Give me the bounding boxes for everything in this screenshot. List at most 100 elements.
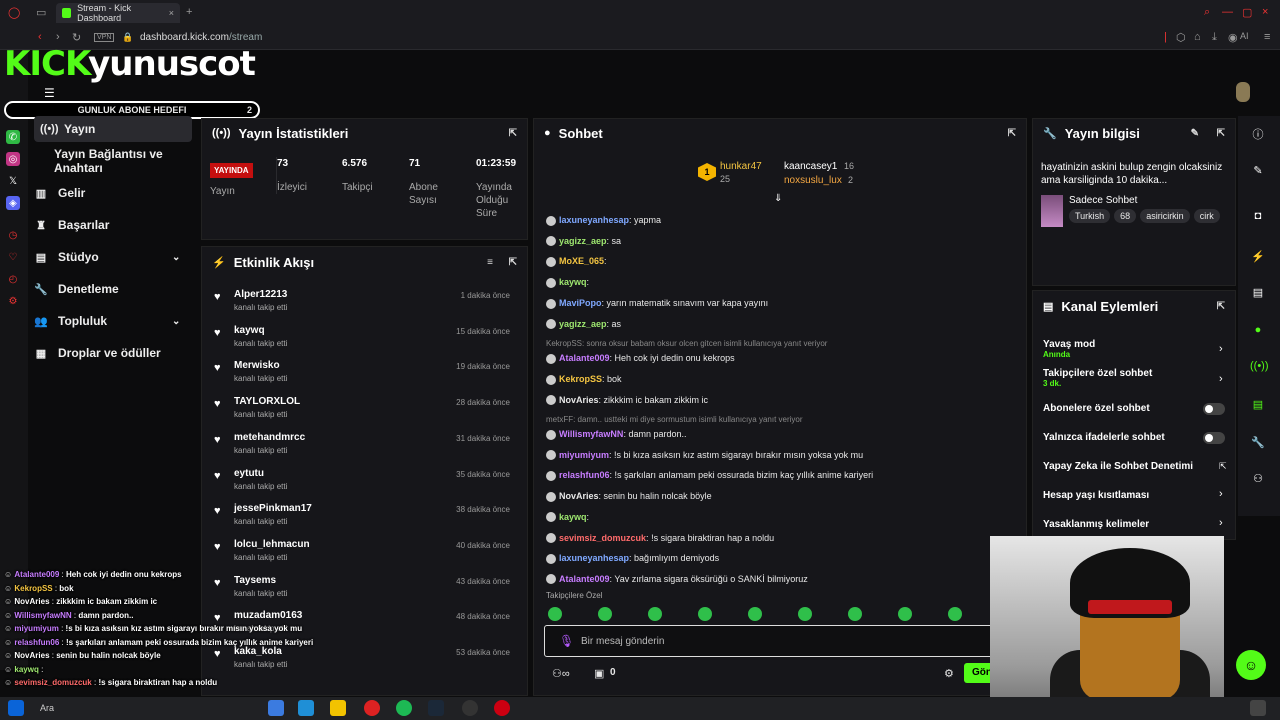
emote-icon[interactable] [798,607,812,621]
recorder-icon[interactable] [494,700,510,716]
popout-icon[interactable]: ⇱ [509,128,517,139]
sidebar-item-achievements[interactable]: ♜ Başarılar [34,212,109,238]
menu-icon[interactable]: ≡ [1264,31,1270,43]
chat-username[interactable]: yagizz_aep [559,319,607,329]
activity-item[interactable]: ♥ TAYLORXLOL kanalı takip etti 28 dakika ön… [212,394,520,430]
activity-item[interactable]: ♥ jessePinkman17 kanalı takip etti 38 dakik… [212,501,520,537]
account-icon[interactable]: ⌂ [1194,31,1201,43]
sidebar-item-community[interactable]: 👥 Topluluk ⌄ [34,308,194,334]
chevron-right-icon[interactable]: › [1219,373,1223,385]
broadcast-icon[interactable]: ((•)) [1250,360,1269,376]
chat-username[interactable]: WillismyfawNN [559,429,623,439]
gifter-icon[interactable]: ⚇∞ [552,667,570,680]
download-icon[interactable]: ⤓ [1212,31,1217,44]
activity-user[interactable]: lolcu_lehmacun [234,539,310,550]
browser-tab[interactable]: Stream - Kick Dashboard × [56,3,180,23]
bolt-icon[interactable]: ⚡ [1250,250,1266,266]
chat-username[interactable]: NovAries [559,491,599,501]
url-field[interactable]: dashboard.kick.com/stream [140,32,262,43]
banned-words-setting[interactable]: Yasaklanmış kelimeler [1043,519,1223,530]
extensions-icon[interactable]: ⬡ [1176,31,1186,44]
gifter-name[interactable]: noxsuslu_lux [784,175,842,186]
emote-icon[interactable] [748,607,762,621]
activity-user[interactable]: jessePinkman17 [234,503,312,514]
whatsapp-icon[interactable]: ✆ [6,130,20,144]
popout-icon[interactable]: ⇱ [509,257,517,268]
users-icon[interactable]: ⚇ [1250,472,1266,488]
sidebar-item-revenue[interactable]: ▥ Gelir [34,180,86,206]
support-chat-icon[interactable]: ☺ [1236,650,1266,680]
taskbar-search[interactable]: Ara [40,703,54,713]
sidebar-item-stream-key[interactable]: Yayın Bağlantısı ve Anahtarı [54,147,200,175]
chat-username[interactable]: laxuneyanhesap [559,553,629,563]
tab-menu-icon[interactable]: ▭ [36,6,46,19]
info-icon[interactable]: ⓘ [1250,126,1266,142]
chevron-right-icon[interactable]: › [1219,488,1223,500]
emote-icon[interactable] [548,607,562,621]
chat-username[interactable]: Atalante009 [559,574,610,584]
activity-user[interactable]: Alper12213 [234,289,287,300]
chevron-down-icon[interactable]: ⇓ [774,193,782,204]
emote-icon[interactable] [648,607,662,621]
activity-user[interactable]: Taysems [234,575,276,586]
popout-icon[interactable]: ⇱ [1217,301,1225,312]
new-tab-icon[interactable]: + [186,6,192,18]
close-tab-icon[interactable]: × [169,8,174,18]
chat-username[interactable]: kaywq [559,277,587,287]
activity-item[interactable]: ♥ Taysems kanalı takip etti 43 dakika önce [212,573,520,609]
emote-icon[interactable] [698,607,712,621]
chevron-right-icon[interactable]: › [1219,343,1223,355]
filter-icon[interactable]: ≡ [487,257,493,268]
sidebar-item-studio[interactable]: ▤ Stüdyo ⌄ [34,244,194,270]
ai-button[interactable]: AI [1240,31,1249,41]
heart-icon[interactable]: ♡ [6,250,20,264]
wrench-icon[interactable]: 🔧 [1250,436,1266,452]
opera-icon[interactable] [364,700,380,716]
activity-user[interactable]: eytutu [234,468,264,479]
discord-icon[interactable]: ◈ [6,196,20,210]
activity-user[interactable]: muzadam0163 [234,610,302,621]
chevron-right-icon[interactable]: › [1219,517,1223,529]
chat-username[interactable]: KekropSS [559,374,602,384]
emote-icon[interactable] [948,607,962,621]
tag[interactable]: 68 [1114,209,1137,223]
sidebar-item-moderation[interactable]: 🔧 Denetleme [34,276,119,302]
obs-icon[interactable] [462,700,478,716]
edit-icon[interactable]: ✎ [1250,164,1266,180]
chat-username[interactable]: MaviPopo [559,298,602,308]
forward-icon[interactable]: › [56,31,60,43]
subs-only-toggle[interactable] [1203,403,1225,415]
instagram-icon[interactable]: ◎ [6,152,20,166]
chat-username[interactable]: NovAries [559,395,599,405]
activity-user[interactable]: Merwisko [234,360,280,371]
activity-user[interactable]: metehandmrcc [234,432,305,443]
mic-icon[interactable]: 🎙 [559,634,574,648]
camera-icon[interactable]: ◘ [1250,210,1266,226]
chat-username[interactable]: kaywq [559,512,587,522]
spotify-icon[interactable] [396,700,412,716]
windows-start-icon[interactable] [8,700,24,716]
activity-user[interactable]: TAYLORXLOL [234,396,300,407]
reload-icon[interactable]: ↻ [72,31,81,44]
avatar[interactable] [1236,82,1250,102]
activity-item[interactable]: ♥ Merwisko kanalı takip etti 19 dakika önce [212,358,520,394]
popout-icon[interactable]: ⇱ [1008,128,1016,139]
activity-user[interactable]: kaka_kola [234,646,282,657]
chat-username[interactable]: sevimsiz_domuzcuk [559,533,646,543]
emote-only-toggle[interactable] [1203,432,1225,444]
chat-username[interactable]: MoXE_065 [559,256,604,266]
tag[interactable]: asiricirkin [1140,209,1190,223]
search-icon[interactable]: ⌕ [1204,6,1210,19]
gifter-name[interactable]: kaancasey1 [784,161,837,172]
opera-logo-icon[interactable]: ◯ [8,6,20,19]
activity-item[interactable]: ♥ metehandmrcc kanalı takip etti 31 dakika … [212,430,520,466]
hamburger-icon[interactable]: ☰ [44,86,55,100]
minimize-icon[interactable]: — [1222,6,1233,18]
chat-bubble-icon[interactable]: ● [1250,324,1266,340]
activity-item[interactable]: ♥ lolcu_lehmacun kanalı takip etti 40 dakik… [212,537,520,573]
clock-icon[interactable]: ◴ [6,272,20,286]
actions-icon[interactable]: ▤ [1250,398,1266,414]
chat-username[interactable]: Atalante009 [559,353,610,363]
chat-username[interactable]: miyumiyum [559,450,609,460]
chat-username[interactable]: relashfun06 [559,470,610,480]
